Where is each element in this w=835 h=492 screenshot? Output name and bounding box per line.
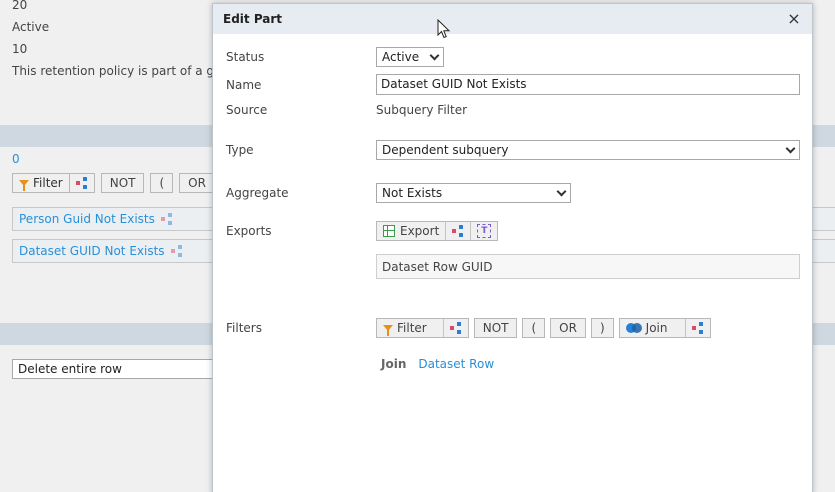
- chevron-down-icon: [429, 50, 440, 60]
- filters-label: Filters: [226, 321, 262, 335]
- filter-button[interactable]: Filter: [377, 319, 443, 337]
- name-input[interactable]: Dataset GUID Not Exists: [376, 74, 800, 95]
- join-button-label: Join: [645, 321, 668, 335]
- aggregate-select[interactable]: Not Exists: [376, 183, 571, 203]
- exports-label: Exports: [226, 224, 272, 238]
- join-entry: Join Dataset Row: [381, 357, 494, 371]
- text-select-icon: T: [477, 224, 492, 238]
- name-label: Name: [226, 78, 262, 92]
- type-select-value: Dependent subquery: [382, 143, 509, 157]
- tree-icon: [170, 245, 183, 257]
- tree-icon: [452, 225, 464, 237]
- join-button-group: Join: [618, 318, 712, 338]
- table-icon: [383, 225, 395, 237]
- bg-filter-button-group[interactable]: Filter: [12, 173, 95, 193]
- paren-open-button[interactable]: (: [522, 318, 546, 338]
- status-label: Status: [226, 50, 265, 64]
- status-select[interactable]: Active: [376, 47, 444, 67]
- filter-icon: [383, 325, 393, 336]
- bg-count-link[interactable]: 0: [12, 152, 20, 166]
- status-select-value: Active: [382, 50, 420, 64]
- or-button[interactable]: OR: [550, 318, 586, 338]
- bg-text-line: 20: [12, 0, 28, 12]
- export-button[interactable]: Export: [377, 222, 445, 240]
- filter-button-group: Filter: [376, 318, 469, 338]
- join-entry-label: Join: [381, 357, 407, 371]
- bg-chip-label[interactable]: Dataset GUID Not Exists: [19, 244, 165, 258]
- bg-chip-label[interactable]: Person Guid Not Exists: [19, 212, 155, 226]
- exports-toolbar: Export T: [376, 221, 499, 241]
- join-entry-link[interactable]: Dataset Row: [418, 357, 494, 371]
- filter-button-label: Filter: [397, 321, 427, 335]
- bg-text-line: 10: [12, 42, 28, 56]
- dialog-title: Edit Part: [223, 12, 283, 26]
- join-tree-button[interactable]: [685, 319, 710, 337]
- aggregate-select-value: Not Exists: [382, 186, 443, 200]
- bg-text-line: This retention policy is part of a group: [12, 64, 242, 78]
- bg-filter-toolbar: Filter NOT ( OR: [12, 173, 215, 193]
- bg-filter-label: Filter: [33, 176, 63, 190]
- paren-close-button[interactable]: ): [590, 318, 614, 338]
- bg-not-button[interactable]: NOT: [100, 173, 145, 193]
- close-icon[interactable]: ×: [786, 11, 802, 27]
- text-select-button[interactable]: T: [470, 222, 497, 240]
- bg-paren-open-button[interactable]: (: [150, 173, 174, 193]
- join-icon: [625, 323, 642, 333]
- filter-icon: [19, 180, 29, 191]
- not-button[interactable]: NOT: [473, 318, 518, 338]
- edit-part-dialog: Edit Part × Status Active Name Dataset G…: [212, 3, 813, 492]
- bg-action-select[interactable]: Delete entire row: [12, 359, 227, 379]
- export-tree-button[interactable]: [445, 222, 470, 240]
- chevron-down-icon: [556, 186, 567, 196]
- filter-tree-button[interactable]: [442, 319, 468, 337]
- aggregate-label: Aggregate: [226, 186, 289, 200]
- source-value: Subquery Filter: [376, 103, 468, 117]
- bg-text-line: Active: [12, 20, 50, 34]
- export-button-label: Export: [400, 224, 440, 238]
- type-label: Type: [226, 143, 254, 157]
- tree-icon: [75, 177, 88, 189]
- bg-or-button[interactable]: OR: [179, 173, 215, 193]
- chevron-down-icon: [785, 143, 796, 153]
- join-button[interactable]: Join: [620, 319, 686, 337]
- tree-icon: [449, 322, 462, 334]
- dialog-header: Edit Part ×: [213, 4, 812, 34]
- filters-toolbar: Filter NOT ( OR ) Join: [376, 318, 712, 338]
- source-label: Source: [226, 103, 268, 117]
- tree-icon: [160, 213, 173, 225]
- export-button-group: Export T: [376, 221, 499, 241]
- export-field-item[interactable]: Dataset Row GUID: [376, 254, 800, 279]
- tree-icon: [692, 322, 704, 334]
- type-select[interactable]: Dependent subquery: [376, 140, 800, 160]
